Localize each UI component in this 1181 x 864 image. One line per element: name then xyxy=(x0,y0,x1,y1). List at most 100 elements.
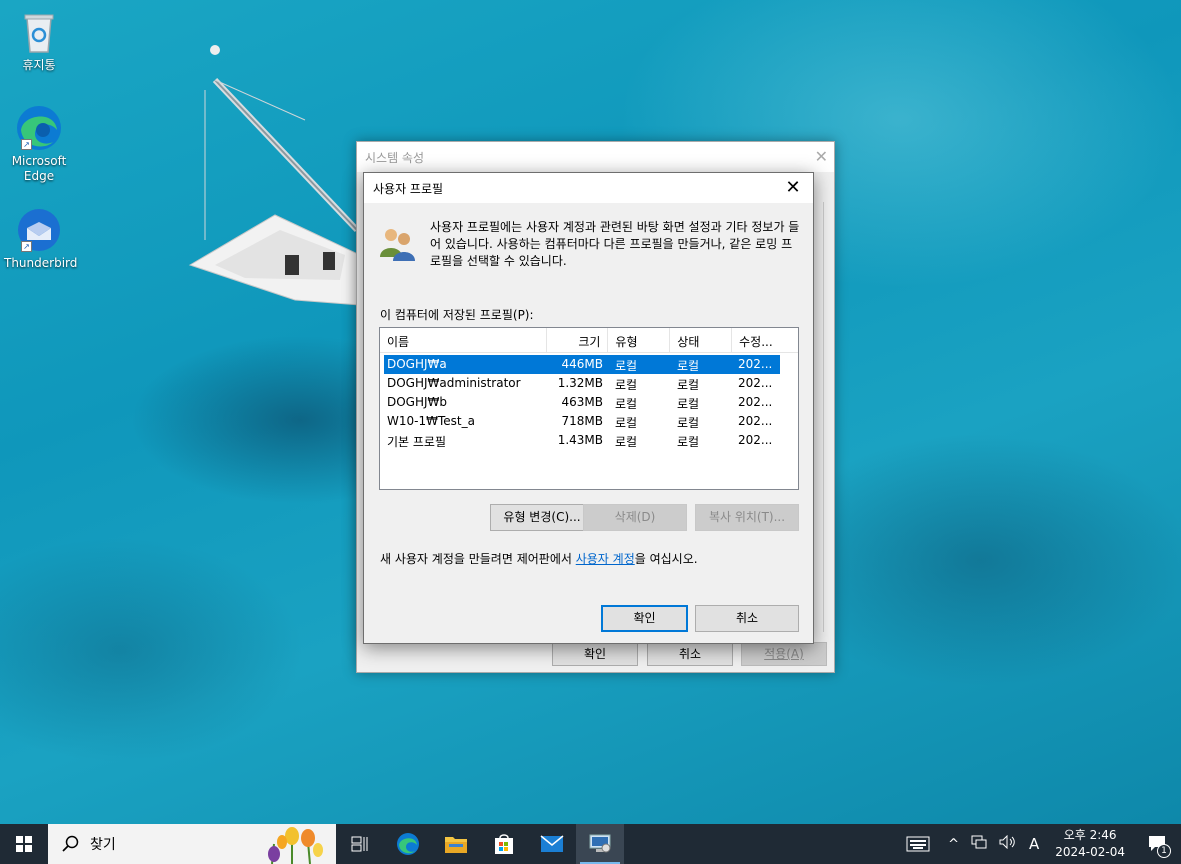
cell-name: 기본 프로필 xyxy=(387,435,447,449)
window-title: 시스템 속성 xyxy=(365,151,425,165)
tab-panel-edge xyxy=(816,202,824,632)
cell-type: 로컬 xyxy=(615,416,638,430)
cell-size: 1.43MB xyxy=(557,433,603,447)
cell-size: 718MB xyxy=(561,414,604,428)
cell-size: 463MB xyxy=(561,395,604,409)
cell-type: 로컬 xyxy=(615,378,638,392)
keyboard-icon xyxy=(906,836,930,852)
search-icon xyxy=(62,835,79,852)
cell-name: DOGHJ₩b xyxy=(387,395,448,409)
cell-size: 446MB xyxy=(561,357,604,371)
system-tray: ^ A 오후 2:46 2024-02-04 1 xyxy=(894,824,1181,864)
cell-modified: 202... xyxy=(738,433,773,447)
profiles-list-label: 이 컴퓨터에 저장된 프로필(P): xyxy=(380,308,534,322)
start-button[interactable] xyxy=(0,824,48,864)
cell-type: 로컬 xyxy=(615,359,638,373)
cell-name: DOGHJ₩a xyxy=(387,357,447,371)
cancel-button[interactable]: 취소 xyxy=(695,605,799,632)
volume-icon[interactable] xyxy=(993,834,1023,853)
column-header-type[interactable]: 유형 xyxy=(608,328,671,352)
table-row[interactable]: W10-1₩Test_a 718MB 로컬 로컬 202... xyxy=(384,412,780,431)
cell-modified: 202... xyxy=(738,357,773,371)
cell-name: W10-1₩Test_a xyxy=(387,414,475,428)
touch-keyboard-button[interactable] xyxy=(894,824,942,864)
desktop-icon-label: Thunderbird xyxy=(4,256,78,270)
clock[interactable]: 오후 2:46 2024-02-04 xyxy=(1045,827,1135,861)
title-bar: 시스템 속성 ✕ xyxy=(357,142,834,172)
clock-time: 오후 2:46 xyxy=(1063,828,1117,842)
profiles-listview[interactable]: 이름 크기 유형 상태 수정... DOGHJ₩a 446MB 로컬 로컬 20… xyxy=(379,327,799,490)
cell-modified: 202... xyxy=(738,395,773,409)
task-view-button[interactable] xyxy=(336,824,384,864)
change-type-button[interactable]: 유형 변경(C)... xyxy=(490,504,594,531)
desktop-icon-thunderbird[interactable]: ↗ Thunderbird xyxy=(4,206,78,271)
users-icon xyxy=(380,229,415,261)
table-row[interactable]: 기본 프로필 1.43MB 로컬 로컬 202... xyxy=(384,431,780,450)
intro-text: 사용자 프로필에는 사용자 계정과 관련된 바탕 화면 설정과 기타 정보가 들… xyxy=(430,220,800,268)
cell-modified: 202... xyxy=(738,414,773,428)
cell-name: DOGHJ₩administrator xyxy=(387,376,521,390)
desktop-icon-label: Microsoft Edge xyxy=(11,154,67,183)
column-header-status[interactable]: 상태 xyxy=(670,328,733,352)
edge-icon: ↗ xyxy=(15,104,63,152)
cancel-button[interactable]: 취소 xyxy=(647,642,733,666)
cell-status: 로컬 xyxy=(677,359,700,373)
cell-modified: 202... xyxy=(738,376,773,390)
recycle-bin-icon xyxy=(15,8,63,56)
delete-button[interactable]: 삭제(D) xyxy=(583,504,687,531)
thunderbird-icon: ↗ xyxy=(15,206,63,254)
close-icon[interactable]: ✕ xyxy=(773,173,813,203)
ok-button[interactable]: 확인 xyxy=(552,642,638,666)
column-header-modified[interactable]: 수정... xyxy=(732,328,798,352)
control-panel-note: 새 사용자 계정을 만들려면 제어판에서 사용자 계정을 여십시오. xyxy=(380,550,698,567)
apply-button[interactable]: 적용(A) xyxy=(741,642,827,666)
cell-size: 1.32MB xyxy=(557,376,603,390)
title-bar: 사용자 프로필 ✕ xyxy=(364,173,813,203)
cell-status: 로컬 xyxy=(677,435,700,449)
taskbar-file-explorer-button[interactable] xyxy=(432,824,480,864)
taskbar-mail-button[interactable] xyxy=(528,824,576,864)
network-icon[interactable] xyxy=(965,835,993,853)
user-accounts-link[interactable]: 사용자 계정 xyxy=(576,552,635,566)
cell-status: 로컬 xyxy=(677,397,700,411)
edge-icon xyxy=(397,833,419,855)
desktop-icon-edge[interactable]: ↗ Microsoft Edge xyxy=(4,104,74,184)
wallpaper-sailboat xyxy=(188,45,360,306)
table-row[interactable]: DOGHJ₩a 446MB 로컬 로컬 202... xyxy=(384,355,780,374)
windows-icon xyxy=(16,836,32,852)
close-icon[interactable]: ✕ xyxy=(815,147,828,166)
ime-indicator[interactable]: A xyxy=(1023,835,1045,853)
shortcut-arrow-icon: ↗ xyxy=(21,139,32,150)
taskbar-system-properties-button[interactable] xyxy=(576,824,624,864)
cell-type: 로컬 xyxy=(615,435,638,449)
cell-type: 로컬 xyxy=(615,397,638,411)
clock-date: 2024-02-04 xyxy=(1055,845,1125,859)
note-suffix: 을 여십시오. xyxy=(634,552,698,566)
notification-count-badge: 1 xyxy=(1157,844,1171,858)
column-header-name[interactable]: 이름 xyxy=(380,328,547,352)
chevron-up-icon[interactable]: ^ xyxy=(942,837,965,852)
table-row[interactable]: DOGHJ₩b 463MB 로컬 로컬 202... xyxy=(384,393,780,412)
user-profiles-dialog: 사용자 프로필 ✕ 사용자 프로필에는 사용자 계정과 관련된 바탕 화면 설정… xyxy=(363,172,814,644)
taskbar-store-button[interactable] xyxy=(480,824,528,864)
desktop-icon-recycle-bin[interactable]: 휴지통 xyxy=(4,8,74,73)
store-icon xyxy=(495,834,513,854)
cell-status: 로컬 xyxy=(677,416,700,430)
search-box[interactable]: 찾기 xyxy=(48,824,336,864)
action-center-button[interactable]: 1 xyxy=(1135,824,1181,864)
copy-to-button[interactable]: 복사 위치(T)... xyxy=(695,504,799,531)
task-view-icon xyxy=(351,836,368,852)
mail-icon xyxy=(540,835,564,852)
search-placeholder: 찾기 xyxy=(90,837,116,853)
list-header: 이름 크기 유형 상태 수정... xyxy=(380,328,798,353)
column-header-size[interactable]: 크기 xyxy=(547,328,609,352)
table-row[interactable]: DOGHJ₩administrator 1.32MB 로컬 로컬 202... xyxy=(384,374,780,393)
note-prefix: 새 사용자 계정을 만들려면 제어판에서 xyxy=(380,552,576,566)
dialog-title: 사용자 프로필 xyxy=(373,182,444,196)
computer-settings-icon xyxy=(589,834,611,853)
ok-button[interactable]: 확인 xyxy=(601,605,688,632)
shortcut-arrow-icon: ↗ xyxy=(21,241,32,252)
taskbar: 찾기 ^ A 오후 2:46 2024-02-04 1 xyxy=(0,824,1181,864)
taskbar-edge-button[interactable] xyxy=(384,824,432,864)
folder-icon xyxy=(445,837,467,853)
